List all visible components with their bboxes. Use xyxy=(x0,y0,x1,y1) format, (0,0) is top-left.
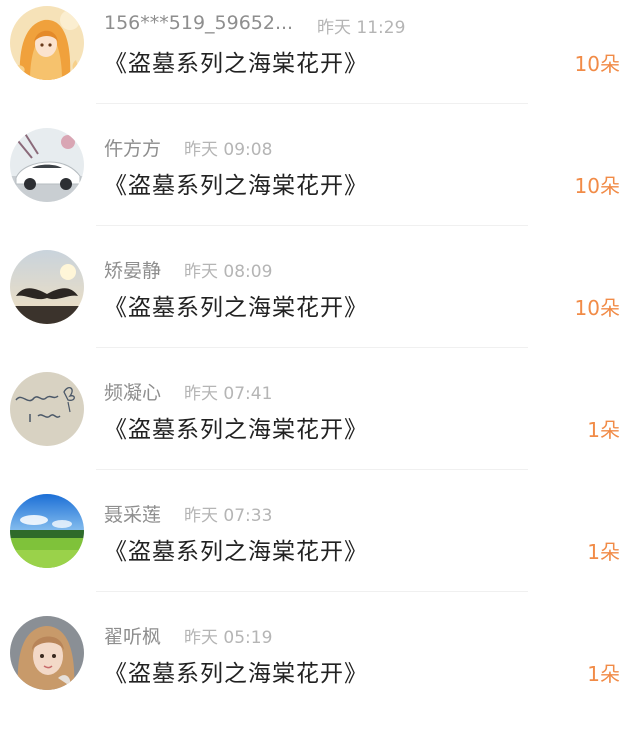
book-title[interactable]: 《盗墓系列之海棠花开》 xyxy=(104,410,368,444)
book-title[interactable]: 《盗墓系列之海棠花开》 xyxy=(104,44,368,78)
sky-meadow-avatar-icon[interactable] xyxy=(10,494,84,568)
timestamp: 昨天 09:08 xyxy=(184,140,273,160)
book-title[interactable]: 《盗墓系列之海棠花开》 xyxy=(104,288,368,322)
divider xyxy=(96,469,528,470)
book-title[interactable]: 《盗墓系列之海棠花开》 xyxy=(104,654,368,688)
user-name[interactable]: 156***519_59652... xyxy=(104,12,293,34)
girl-photo-avatar-icon[interactable] xyxy=(10,616,84,690)
gift-record-list: 156***519_59652... 昨天 11:29 《盗墓系列之海棠花开》 … xyxy=(0,0,640,724)
gift-count: 10朵 xyxy=(574,174,620,198)
timestamp: 昨天 07:33 xyxy=(184,506,273,526)
anime-girl-avatar-icon[interactable] xyxy=(10,6,84,80)
user-name[interactable]: 聂采莲 xyxy=(104,500,161,527)
user-name[interactable]: 翟听枫 xyxy=(104,622,161,649)
handwriting-note-avatar-icon[interactable] xyxy=(10,372,84,446)
list-item[interactable]: 聂采莲 昨天 07:33 《盗墓系列之海棠花开》 1朵 xyxy=(0,488,640,610)
timestamp: 昨天 07:41 xyxy=(184,384,273,404)
list-item[interactable]: 仵方方 昨天 09:08 《盗墓系列之海棠花开》 10朵 xyxy=(0,122,640,244)
gift-count: 1朵 xyxy=(587,540,620,564)
divider xyxy=(96,225,528,226)
timestamp: 昨天 11:29 xyxy=(317,18,406,38)
gift-count: 1朵 xyxy=(587,662,620,686)
divider xyxy=(96,591,528,592)
user-name[interactable]: 频凝心 xyxy=(104,378,161,405)
white-car-avatar-icon[interactable] xyxy=(10,128,84,202)
gift-count: 10朵 xyxy=(574,52,620,76)
list-item[interactable]: 翟听枫 昨天 05:19 《盗墓系列之海棠花开》 1朵 xyxy=(0,610,640,732)
list-item[interactable]: 矫晏静 昨天 08:09 《盗墓系列之海棠花开》 10朵 xyxy=(0,244,640,366)
gift-count: 1朵 xyxy=(587,418,620,442)
timestamp: 昨天 08:09 xyxy=(184,262,273,282)
gift-count: 10朵 xyxy=(574,296,620,320)
mustache-sunset-avatar-icon[interactable] xyxy=(10,250,84,324)
divider xyxy=(96,347,528,348)
user-name[interactable]: 仵方方 xyxy=(104,134,161,161)
user-name[interactable]: 矫晏静 xyxy=(104,256,161,283)
book-title[interactable]: 《盗墓系列之海棠花开》 xyxy=(104,166,368,200)
timestamp: 昨天 05:19 xyxy=(184,628,273,648)
list-item[interactable]: 频凝心 昨天 07:41 《盗墓系列之海棠花开》 1朵 xyxy=(0,366,640,488)
book-title[interactable]: 《盗墓系列之海棠花开》 xyxy=(104,532,368,566)
list-item[interactable]: 156***519_59652... 昨天 11:29 《盗墓系列之海棠花开》 … xyxy=(0,0,640,122)
divider xyxy=(96,103,528,104)
